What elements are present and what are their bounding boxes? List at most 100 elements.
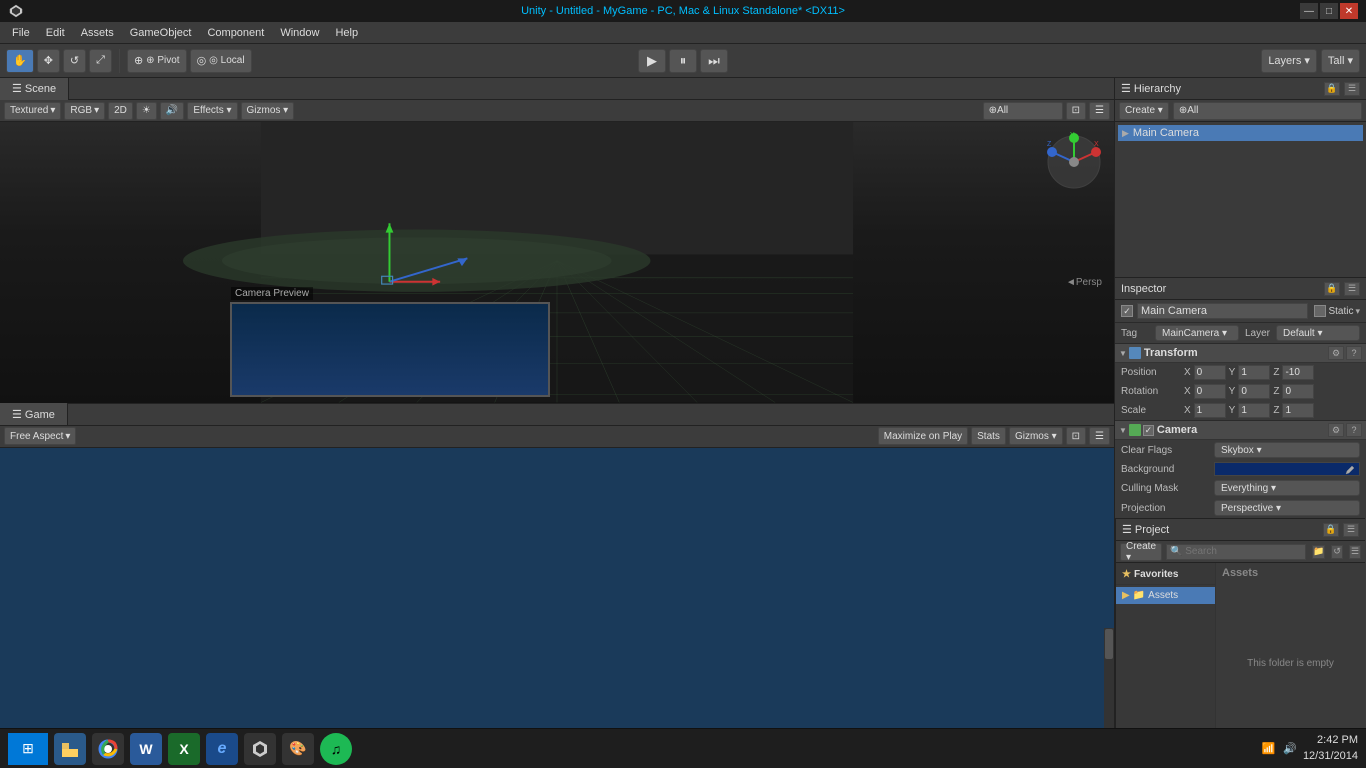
- project-menu[interactable]: ☰: [1343, 523, 1359, 537]
- inspector-lock[interactable]: 🔒: [1324, 282, 1340, 296]
- hierarchy-create[interactable]: Create ▾: [1119, 102, 1169, 120]
- pivot-button[interactable]: ⊕ ⊕ Pivot: [127, 49, 187, 73]
- local-button[interactable]: ◎ ◎ Local: [190, 49, 252, 73]
- audio-button[interactable]: 🔊: [160, 102, 184, 120]
- maximize-button[interactable]: □: [1320, 3, 1338, 19]
- taskbar-clock[interactable]: 2:42 PM 12/31/2014: [1303, 733, 1358, 764]
- scene-search[interactable]: ⊕All: [983, 102, 1063, 120]
- scene-gizmo[interactable]: X Y Z: [1044, 132, 1104, 192]
- transform-settings-icon[interactable]: ⚙: [1328, 346, 1344, 360]
- hierarchy-lock[interactable]: 🔒: [1324, 82, 1340, 96]
- menu-file[interactable]: File: [4, 25, 38, 41]
- stats-button[interactable]: Stats: [971, 427, 1006, 445]
- taskbar-paint[interactable]: 🎨: [282, 733, 314, 765]
- game-menu[interactable]: ☰: [1089, 427, 1110, 445]
- pos-z-input[interactable]: [1282, 365, 1314, 380]
- rot-z-input[interactable]: [1282, 384, 1314, 399]
- taskbar-ie[interactable]: e: [206, 733, 238, 765]
- taskbar-excel[interactable]: X: [168, 733, 200, 765]
- start-button[interactable]: ⊞: [8, 733, 48, 765]
- move-tool[interactable]: ✥: [37, 49, 60, 73]
- scene-viewport[interactable]: X Y Z ◄Persp: [0, 122, 1114, 403]
- scene-maximize[interactable]: ⊡: [1066, 102, 1086, 120]
- draw-mode-dropdown[interactable]: Textured ▾: [4, 102, 61, 120]
- project-lock[interactable]: 🔒: [1323, 523, 1339, 537]
- rot-x-input[interactable]: [1194, 384, 1226, 399]
- hierarchy-menu[interactable]: ☰: [1344, 82, 1360, 96]
- menu-component[interactable]: Component: [199, 25, 272, 41]
- project-search[interactable]: [1166, 544, 1306, 560]
- projection-dropdown[interactable]: Perspective ▾: [1214, 500, 1360, 516]
- camera-settings-icon[interactable]: ⚙: [1328, 423, 1344, 437]
- gizmos-dropdown[interactable]: Gizmos ▾: [241, 102, 295, 120]
- project-reveal[interactable]: 📁: [1312, 545, 1325, 559]
- menu-edit[interactable]: Edit: [38, 25, 73, 41]
- menu-gameobject[interactable]: GameObject: [122, 25, 200, 41]
- project-create[interactable]: Create ▾: [1120, 543, 1162, 561]
- hierarchy-arrow: ▶: [1122, 128, 1129, 139]
- tag-dropdown[interactable]: MainCamera ▾: [1155, 325, 1239, 341]
- scale-z-input[interactable]: [1282, 403, 1314, 418]
- 2d-button[interactable]: 2D: [108, 102, 133, 120]
- rotate-tool[interactable]: ↺: [63, 49, 86, 73]
- close-button[interactable]: ✕: [1340, 3, 1358, 19]
- taskbar-unity[interactable]: [244, 733, 276, 765]
- background-color-swatch[interactable]: [1214, 462, 1360, 476]
- transform-question-icon[interactable]: ?: [1346, 346, 1362, 360]
- game-viewport[interactable]: [0, 448, 1114, 729]
- scale-x-input[interactable]: [1194, 403, 1226, 418]
- pause-button[interactable]: ⏸: [669, 49, 697, 73]
- maximize-on-play[interactable]: Maximize on Play: [878, 427, 968, 445]
- project-assets-folder[interactable]: ▶ 📁 Assets: [1116, 587, 1215, 604]
- network-icon[interactable]: 📶: [1262, 742, 1276, 755]
- minimize-button[interactable]: —: [1300, 3, 1318, 19]
- pos-x-input[interactable]: [1194, 365, 1226, 380]
- layers-dropdown[interactable]: Layers ▾: [1261, 49, 1317, 73]
- camera-question-icon[interactable]: ?: [1346, 423, 1362, 437]
- culling-mask-dropdown[interactable]: Everything ▾: [1214, 480, 1360, 496]
- game-gizmos[interactable]: Gizmos ▾: [1009, 427, 1063, 445]
- project-scrollbar[interactable]: [1104, 628, 1114, 728]
- scene-menu[interactable]: ☰: [1089, 102, 1110, 120]
- taskbar-explorer[interactable]: [54, 733, 86, 765]
- static-checkbox[interactable]: [1314, 305, 1326, 317]
- scale-tool[interactable]: ⤢: [89, 49, 112, 73]
- volume-icon[interactable]: 🔊: [1283, 742, 1297, 755]
- effects-dropdown[interactable]: Effects ▾: [187, 102, 237, 120]
- scale-y-input[interactable]: [1238, 403, 1270, 418]
- step-button[interactable]: ⏭: [700, 49, 728, 73]
- scene-tab[interactable]: ☰ Scene: [0, 78, 69, 100]
- lighting-button[interactable]: ☀: [136, 102, 157, 120]
- game-maximize[interactable]: ⊡: [1066, 427, 1086, 445]
- object-name-input[interactable]: [1137, 303, 1308, 319]
- rot-y-input[interactable]: [1238, 384, 1270, 399]
- hand-tool[interactable]: ✋: [6, 49, 34, 73]
- menu-window[interactable]: Window: [272, 25, 327, 41]
- project-refresh[interactable]: ↺: [1331, 545, 1343, 559]
- project-scrollbar-thumb[interactable]: [1105, 629, 1113, 659]
- layer-dropdown[interactable]: Default ▾: [1276, 325, 1360, 341]
- menu-assets[interactable]: Assets: [73, 25, 122, 41]
- camera-enabled-checkbox[interactable]: [1143, 425, 1154, 436]
- taskbar-word[interactable]: W: [130, 733, 162, 765]
- taskbar-chrome[interactable]: [92, 733, 124, 765]
- scene-controls: Textured ▾ RGB ▾ 2D ☀ 🔊 Effects ▾ Gizmos…: [0, 100, 1114, 122]
- game-tab[interactable]: ☰ Game: [0, 403, 68, 425]
- clear-flags-dropdown[interactable]: Skybox ▾: [1214, 442, 1360, 458]
- hierarchy-search[interactable]: ⊕All: [1173, 102, 1362, 120]
- camera-header[interactable]: ▼ Camera ⚙ ?: [1115, 421, 1366, 440]
- taskbar-spotify[interactable]: ♫: [320, 733, 352, 765]
- menu-help[interactable]: Help: [327, 25, 366, 41]
- hierarchy-item-main-camera[interactable]: ▶ Main Camera: [1118, 125, 1363, 141]
- layout-dropdown[interactable]: Tall ▾: [1321, 49, 1360, 73]
- project-options[interactable]: ☰: [1349, 545, 1361, 559]
- play-button[interactable]: ▶: [638, 49, 666, 73]
- static-dropdown[interactable]: ▾: [1355, 306, 1360, 317]
- aspect-dropdown[interactable]: Free Aspect ▾: [4, 427, 76, 445]
- svg-text:Z: Z: [1047, 141, 1052, 148]
- transform-header[interactable]: ▼ Transform ⚙ ?: [1115, 344, 1366, 363]
- pos-y-input[interactable]: [1238, 365, 1270, 380]
- color-mode-dropdown[interactable]: RGB ▾: [64, 102, 105, 120]
- object-enabled-checkbox[interactable]: [1121, 305, 1133, 317]
- inspector-menu[interactable]: ☰: [1344, 282, 1360, 296]
